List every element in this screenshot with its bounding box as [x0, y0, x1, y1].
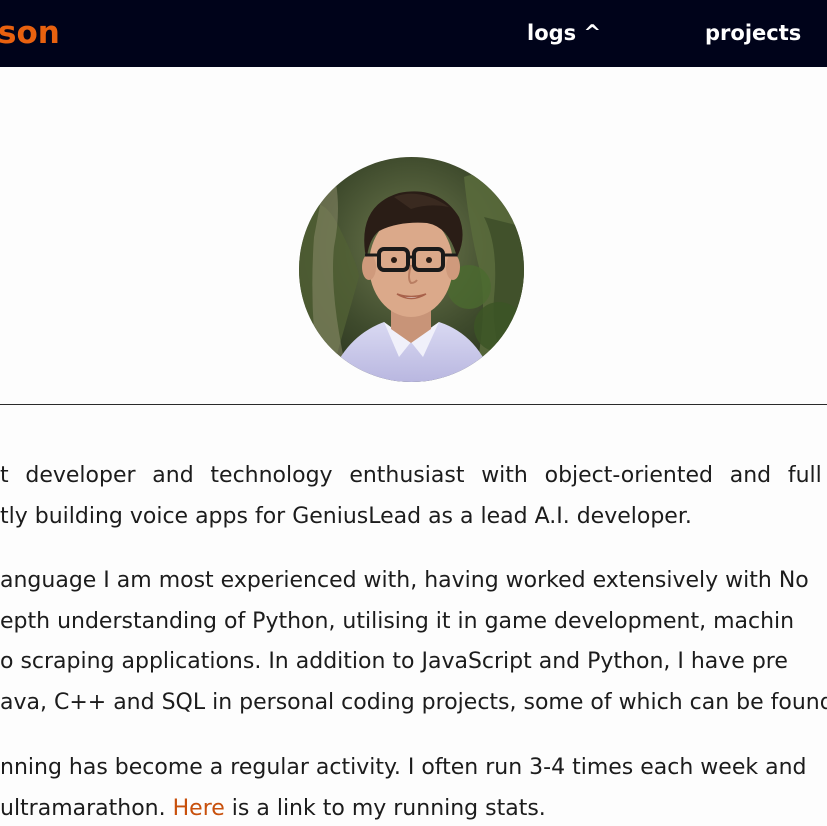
profile-avatar — [299, 157, 524, 382]
word: enthusiast — [349, 463, 465, 488]
paragraph-line: o scraping applications. In addition to … — [0, 649, 788, 674]
word: t — [0, 463, 9, 488]
word: and — [729, 463, 772, 488]
section-divider — [0, 404, 827, 405]
paragraph-text: is a link to my running stats. — [224, 795, 546, 821]
word: object-oriented — [544, 463, 713, 488]
nav-projects-link[interactable]: projects — [705, 19, 801, 47]
running-stats-link[interactable]: Here — [173, 796, 225, 821]
word: developer — [25, 463, 136, 488]
about-paragraph-3: nning has become a regular activity. I o… — [0, 748, 827, 826]
about-section: t developer and technology enthusiast wi… — [0, 456, 827, 826]
word: with — [481, 463, 528, 488]
paragraph-line: ava, C++ and SQL in personal coding proj… — [0, 689, 827, 715]
paragraph-text: ultramarathon. — [0, 795, 173, 821]
paragraph-line: epth understanding of Python, utilising … — [0, 608, 795, 634]
word: technology — [210, 463, 333, 488]
paragraph-line: ultramarathon. Here is a link to my runn… — [0, 789, 827, 826]
profile-photo-image — [299, 157, 524, 382]
top-nav-bar: son logs ^ projects — [0, 0, 827, 67]
paragraph-line: t developer and technology enthusiast wi… — [0, 456, 827, 497]
word: full — [787, 463, 822, 488]
paragraph-line: nning has become a regular activity. I o… — [0, 755, 807, 780]
nav-logs-link[interactable]: logs ^ — [527, 19, 601, 47]
about-paragraph-1: t developer and technology enthusiast wi… — [0, 456, 827, 537]
about-paragraph-2: anguage I am most experienced with, havi… — [0, 561, 827, 723]
paragraph-line: tly building voice apps for GeniusLead a… — [0, 503, 692, 529]
word: and — [152, 463, 194, 488]
site-brand[interactable]: son — [0, 13, 60, 53]
paragraph-line: anguage I am most experienced with, havi… — [0, 568, 809, 593]
